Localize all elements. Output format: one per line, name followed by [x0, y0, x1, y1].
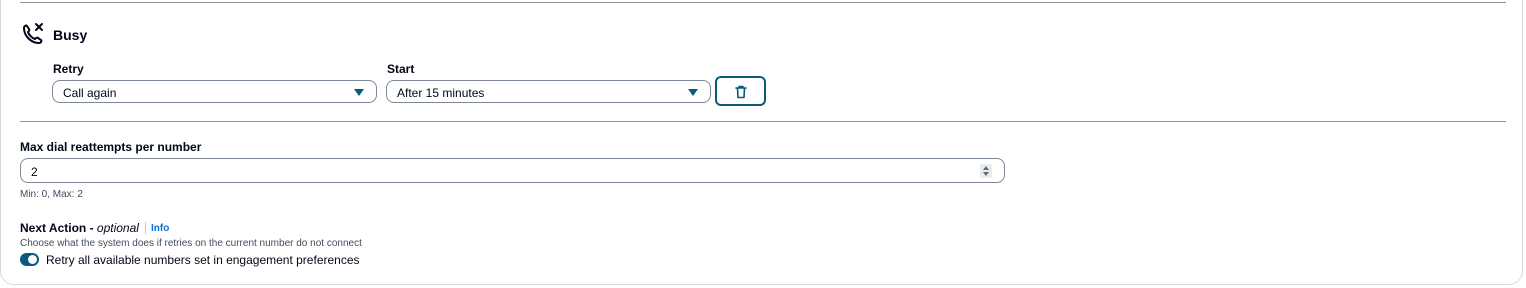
optional-tag: optional [96, 221, 139, 235]
caret-down-icon [688, 89, 698, 96]
toggle-knob [28, 255, 37, 264]
spinner-up-icon[interactable] [983, 166, 989, 170]
toggle-label: Retry all available numbers set in engag… [46, 253, 360, 267]
busy-title: Busy [53, 27, 88, 43]
retry-select[interactable]: Call again [52, 80, 377, 103]
info-separator [145, 222, 146, 234]
max-dial-value: 2 [31, 165, 38, 179]
max-dial-constraint: Min: 0, Max: 2 [20, 189, 83, 200]
start-select[interactable]: After 15 minutes [386, 80, 711, 103]
spinner-down-icon[interactable] [983, 172, 989, 176]
section-divider [20, 121, 1506, 122]
retry-all-toggle[interactable] [20, 253, 39, 266]
top-divider [20, 2, 1506, 3]
retry-select-value: Call again [63, 86, 117, 100]
start-label: Start [387, 62, 415, 76]
next-action-label: Next Action - optional [20, 221, 139, 235]
retry-label: Retry [53, 62, 84, 76]
phone-x-icon [23, 23, 43, 44]
next-action-title: Next Action - [20, 221, 94, 235]
number-spinner[interactable] [980, 164, 992, 178]
start-select-value: After 15 minutes [397, 86, 485, 100]
max-dial-label: Max dial reattempts per number [20, 140, 202, 154]
next-action-description: Choose what the system does if retries o… [20, 238, 362, 249]
trash-icon [735, 85, 747, 99]
max-dial-input[interactable]: 2 [20, 158, 1005, 183]
caret-down-icon [354, 89, 364, 96]
info-link[interactable]: Info [151, 223, 169, 234]
delete-button[interactable] [715, 76, 766, 106]
